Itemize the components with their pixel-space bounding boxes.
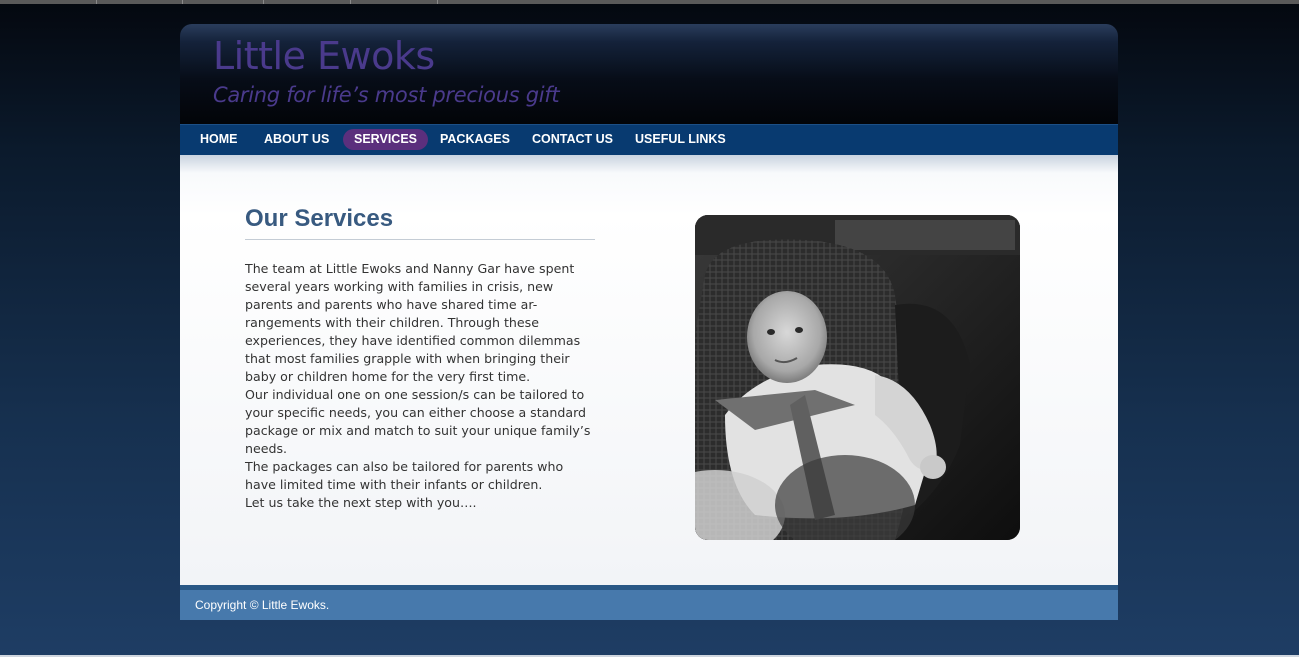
browser-tab[interactable] bbox=[183, 0, 264, 4]
services-paragraph: The packages can also be tailored for pa… bbox=[245, 459, 564, 492]
browser-tab[interactable] bbox=[351, 0, 438, 4]
copyright-text: Copyright © Little Ewoks. bbox=[195, 598, 330, 612]
nav-home[interactable]: HOME bbox=[200, 129, 238, 150]
browser-tab[interactable] bbox=[264, 0, 351, 4]
page-title: Our Services bbox=[245, 205, 394, 232]
browser-tab[interactable] bbox=[0, 0, 97, 4]
baby-photo bbox=[695, 215, 1020, 540]
services-paragraph: Our individual one on one session/s can … bbox=[245, 387, 591, 456]
title-divider bbox=[245, 239, 595, 240]
nav-contact-us[interactable]: CONTACT US bbox=[532, 129, 613, 150]
main-nav: HOME ABOUT US SERVICES PACKAGES CONTACT … bbox=[180, 124, 1118, 155]
site-header: Little Ewoks Caring for life’s most prec… bbox=[180, 24, 1118, 124]
baby-in-car-seat-image bbox=[695, 215, 1020, 540]
site-footer: Copyright © Little Ewoks. bbox=[180, 590, 1118, 620]
browser-tab-strip bbox=[0, 0, 1299, 4]
services-paragraph: Let us take the next step with you…. bbox=[245, 495, 477, 510]
nav-useful-links[interactable]: USEFUL LINKS bbox=[635, 129, 726, 150]
nav-about-us[interactable]: ABOUT US bbox=[264, 129, 329, 150]
services-paragraph: The team at Little Ewoks and Nanny Gar h… bbox=[245, 261, 581, 384]
site-tagline: Caring for life’s most precious gift bbox=[213, 83, 560, 107]
main-content: Our Services The team at Little Ewoks an… bbox=[180, 155, 1118, 585]
services-text: The team at Little Ewoks and Nanny Gar h… bbox=[245, 260, 597, 512]
site-title[interactable]: Little Ewoks bbox=[213, 34, 435, 78]
browser-tab[interactable] bbox=[97, 0, 183, 4]
page-wrapper: Little Ewoks Caring for life’s most prec… bbox=[180, 24, 1118, 620]
nav-packages[interactable]: PACKAGES bbox=[440, 129, 510, 150]
nav-services[interactable]: SERVICES bbox=[343, 129, 428, 150]
